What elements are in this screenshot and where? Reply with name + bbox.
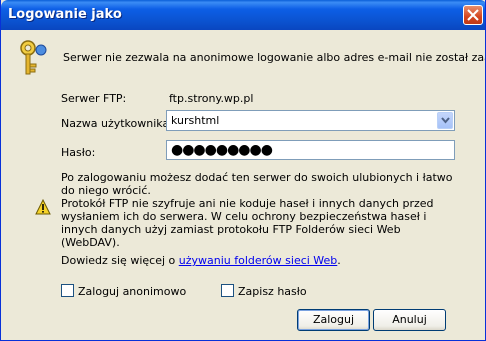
checkbox-box[interactable] [221, 284, 234, 297]
ftp-server-value: ftp.strony.wp.pl [169, 92, 254, 105]
learn-more: Dowiedz się więcej o używaniu folderów s… [61, 254, 341, 267]
password-mask: ●●●●●●●●● [171, 142, 273, 158]
username-dropdown-button[interactable] [437, 112, 453, 129]
anonymous-login-checkbox[interactable]: Zaloguj anonimowo [61, 284, 186, 298]
login-dialog: Logowanie jako Serwer nie zezwala na ano… [0, 0, 486, 341]
close-button[interactable] [463, 5, 483, 25]
error-message: Serwer nie zezwala na anonimowe logowani… [63, 51, 485, 64]
save-password-label[interactable]: Zapisz hasło [238, 285, 307, 298]
checkbox-box[interactable] [61, 284, 74, 297]
anonymous-login-label[interactable]: Zaloguj anonimowo [78, 285, 186, 298]
username-combobox[interactable]: kurshtml [166, 110, 455, 131]
username-value[interactable]: kurshtml [171, 114, 219, 127]
password-field[interactable]: ●●●●●●●●● [166, 140, 455, 160]
chevron-down-icon [441, 117, 450, 124]
close-icon [467, 9, 479, 21]
learn-more-suffix: . [337, 254, 341, 267]
webdav-help-link[interactable]: używaniu folderów sieci Web [179, 254, 338, 267]
ftp-server-label: Serwer FTP: [61, 92, 127, 105]
warning-icon [35, 199, 51, 215]
save-password-checkbox[interactable]: Zapisz hasło [221, 284, 307, 298]
cancel-button[interactable]: Anuluj [373, 309, 446, 331]
notice-favorites: Po zalogowaniu możesz dodać ten serwer d… [61, 171, 453, 197]
title-bar: Logowanie jako [1, 0, 485, 30]
username-label: Nazwa użytkownika: [61, 117, 173, 130]
login-button[interactable]: Zaloguj [297, 309, 370, 331]
security-notice: Po zalogowaniu możesz dodać ten serwer d… [61, 171, 461, 249]
notice-ftp-security: Protokół FTP nie szyfruje ani nie koduje… [61, 197, 434, 249]
password-label: Hasło: [61, 146, 96, 159]
key-icon [20, 40, 47, 75]
window-title: Logowanie jako [8, 7, 122, 22]
learn-more-prefix: Dowiedz się więcej o [61, 254, 179, 267]
